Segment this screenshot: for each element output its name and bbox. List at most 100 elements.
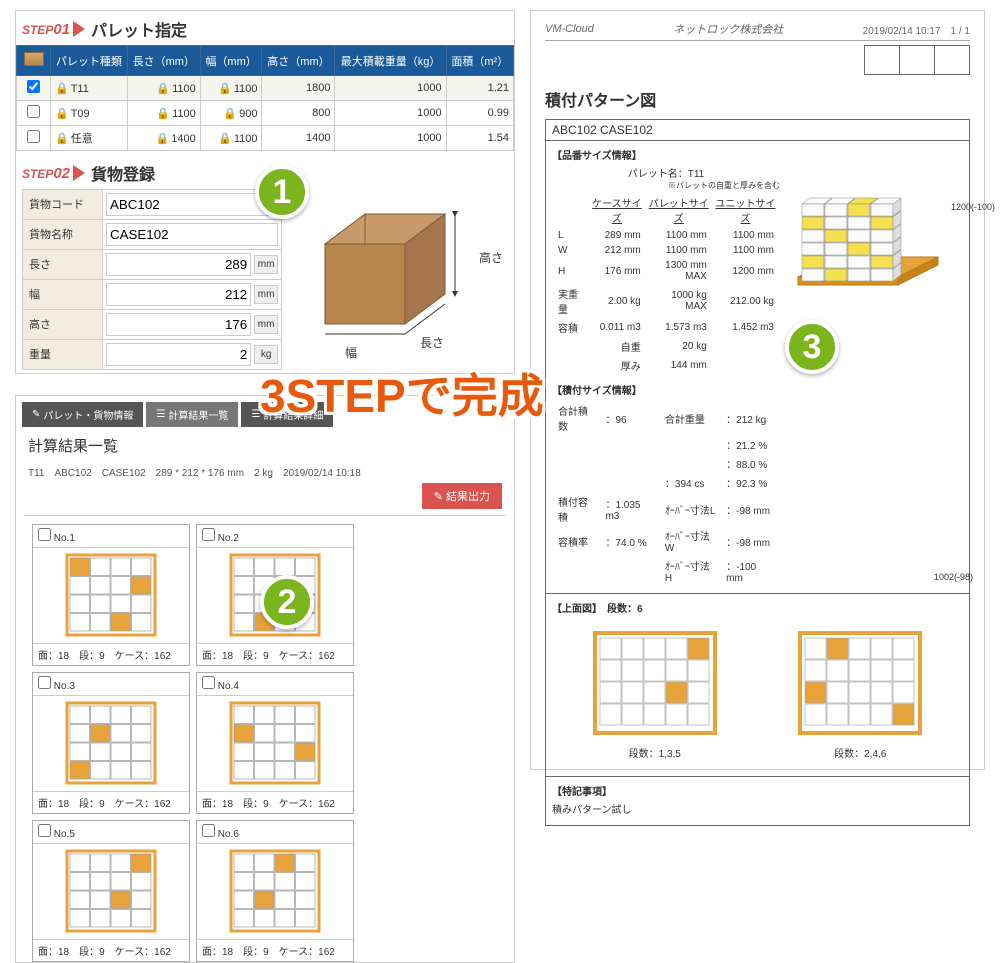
cargo-code-input[interactable] [106,193,278,216]
cargo-width-input[interactable] [106,283,251,306]
pallet-table: パレット種類 長さ（mm） 幅（mm） 高さ（mm） 最大積載重量（kg） 面積… [16,45,514,151]
result-checkbox[interactable] [38,528,51,541]
doc-company: ネットロック株式会社 [673,21,783,37]
dim-width-label: 幅 [345,344,357,361]
sect-notes: 【特記事項】 [552,783,963,798]
result-info: 面：18 段：9 ケース：162 [33,791,189,813]
step-badge-2: 2 [260,575,314,629]
result-card[interactable]: No.6 面：18 段：9 ケース：162 [196,820,354,962]
step2-badge: STEP02 [22,165,70,182]
cargo-width-label: 幅 [23,280,103,309]
dim-1200: 1200(-100) [951,202,995,212]
box-diagram: 高さ 長さ 幅 [290,189,508,369]
dim-height-label: 高さ [479,249,503,266]
result-header: No.5 [33,821,189,844]
output-button[interactable]: ✎ 結果出力 [422,483,502,509]
cargo-length-label: 長さ [23,250,103,279]
col-area: 面積（m²） [446,46,513,76]
result-card[interactable]: No.4 面：18 段：9 ケース：162 [196,672,354,814]
pallet-row[interactable]: 🔒T09 🔒1100🔒900 80010000.99 [17,101,514,126]
palname-value: T11 [688,169,705,180]
topview-1-label: 段数：1,3,5 [590,745,720,760]
result-checkbox[interactable] [38,824,51,837]
topview-2: 段数：2,4,6 [795,628,925,760]
results-panel: ✎パレット・貨物情報 ☰計算結果一覧 ☰計算結果詳細 計算結果一覧 T11 AB… [15,395,515,963]
cargo-name-label: 貨物名称 [23,220,103,249]
unit-mm: mm [254,255,278,274]
dim-1002: 1002(-98) [934,572,973,582]
step-badge-1: 1 [255,165,309,219]
result-header: No.4 [197,673,353,696]
cargo-weight-input[interactable] [106,343,251,366]
pallet-icon [24,52,44,66]
list-icon: ☰ [156,409,165,420]
col-maxwt: 最大積載重量（kg） [335,46,446,76]
col-type: パレット種類 [51,46,128,76]
pallet-row[interactable]: 🔒任意 🔒1400🔒1100 140010001.54 [17,126,514,151]
calc-subtitle: T11 ABC102 CASE102 289 * 212 * 176 mm 2 … [28,464,502,479]
pallet-checkbox[interactable] [27,130,40,143]
unit-mm: mm [254,315,278,334]
col-length: 長さ（mm） [127,46,200,76]
doc-note: ※パレットの自重と厚みを含む [552,180,780,191]
tab-result-list[interactable]: ☰計算結果一覧 [146,402,238,427]
cargo-length-input[interactable] [106,253,251,276]
slogan-text: 3STEPで完成 [260,360,544,426]
sect-load-info: 【積付サイズ情報】 [552,382,780,397]
cargo-code-label: 貨物コード [23,190,103,219]
unit-mm: mm [254,285,278,304]
step-arrow-icon [73,165,85,181]
pallet-checkbox[interactable] [27,105,40,118]
doc-timestamp: 2019/02/14 10:17 [863,26,941,37]
sect-size-info: 【品番サイズ情報】 [552,147,780,162]
result-checkbox[interactable] [202,676,215,689]
doc-app: VM-Cloud [545,23,594,35]
cargo-name-input[interactable] [106,223,278,246]
doc-page: 1 / 1 [951,26,970,37]
topview-2-label: 段数：2,4,6 [795,745,925,760]
doc-case: ABC102 CASE102 [545,119,970,140]
cargo-height-input[interactable] [106,313,251,336]
step-arrow-icon [73,21,85,37]
tab-pallet-info[interactable]: ✎パレット・貨物情報 [22,402,143,427]
result-info: 面：18 段：9 ケース：162 [197,791,353,813]
doc-memo: 積みパターン試し [552,801,963,816]
lock-icon: 🔒 [55,133,69,145]
step1-badge: STEP01 [22,21,70,38]
output-icon: ✎ [434,491,443,503]
calc-title: 計算結果一覧 [28,435,502,456]
edit-icon: ✎ [32,409,40,420]
load-table: 合計積数：96合計重量：212 kg：21.2 %：88.0 %：394 cs：… [552,400,780,587]
pallet-icon-header [17,46,51,76]
result-checkbox[interactable] [202,824,215,837]
result-checkbox[interactable] [202,528,215,541]
result-card[interactable]: No.3 面：18 段：9 ケース：162 [32,672,190,814]
cargo-height-label: 高さ [23,310,103,339]
result-info: 面：18 段：9 ケース：162 [33,643,189,665]
cargo-form: 貨物コード 貨物名称 長さmm 幅mm 高さmm 重量kg [22,189,282,369]
pallet-checkbox[interactable] [27,80,40,93]
sect-topview: 【上面図】 段数：6 [552,600,963,615]
result-header: No.3 [33,673,189,696]
lock-icon: 🔒 [55,108,69,120]
cargo-weight-label: 重量 [23,340,103,369]
topview-1: 段数：1,3,5 [590,628,720,760]
result-card[interactable]: No.1 面：18 段：9 ケース：162 [32,524,190,666]
result-header: No.2 [197,525,353,548]
doc-stamp-boxes [865,45,970,75]
result-info: 面：18 段：9 ケース：162 [33,939,189,961]
result-header: No.1 [33,525,189,548]
col-height: 高さ（mm） [262,46,335,76]
step1-title: パレット指定 [91,17,187,41]
lock-icon: 🔒 [55,83,69,95]
spec-table: ケースサイズパレットサイズユニットサイズ L289 mm1100 mm1100 … [552,191,780,376]
result-card[interactable]: No.5 面：18 段：9 ケース：162 [32,820,190,962]
pallet-row[interactable]: 🔒T11 🔒1100🔒1100 180010001.21 [17,76,514,101]
detail-icon: ☰ [251,409,260,420]
result-checkbox[interactable] [38,676,51,689]
palname-label: パレット名： [628,169,688,180]
step2-title: 貨物登録 [91,161,155,185]
col-width: 幅（mm） [200,46,262,76]
result-info: 面：18 段：9 ケース：162 [197,643,353,665]
result-header: No.6 [197,821,353,844]
